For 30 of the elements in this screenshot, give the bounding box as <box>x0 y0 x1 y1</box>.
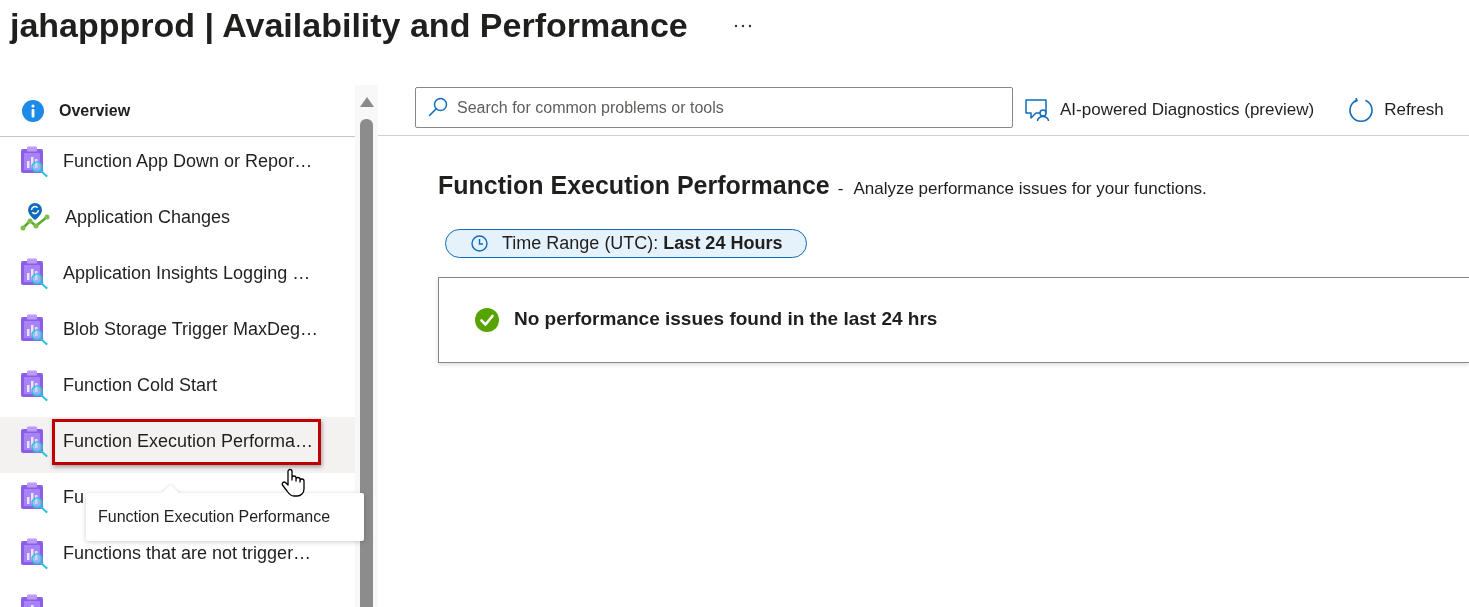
report-icon <box>20 145 48 177</box>
report-icon <box>20 425 48 457</box>
toolbar-button[interactable]: Refresh <box>1348 96 1444 123</box>
refresh-icon <box>1348 96 1375 123</box>
scrollbar-thumb[interactable] <box>360 119 373 607</box>
time-range-button[interactable]: Time Range (UTC): Last 24 Hours <box>445 228 808 258</box>
success-check-icon <box>475 307 499 332</box>
search-icon <box>428 97 448 117</box>
detector-description: Analyze performance issues for your functions. <box>853 178 1207 200</box>
tooltip: Function Execution Performance <box>86 493 364 541</box>
report-icon <box>20 537 48 569</box>
report-icon <box>20 481 48 513</box>
chart-pin-icon <box>20 202 50 232</box>
report-icon <box>20 257 48 289</box>
scroll-up-icon[interactable] <box>359 97 374 107</box>
search-field[interactable]: Search for common problems or tools <box>415 87 1013 128</box>
more-icon[interactable] <box>733 24 752 28</box>
page-title: jahappprod | Availability and Performance <box>10 5 688 46</box>
status-message: No performance issues found in the last 24 hrs <box>514 307 938 332</box>
report-icon <box>20 313 48 345</box>
clock-icon <box>471 234 488 252</box>
title-separator: - <box>837 178 844 200</box>
hand-cursor-icon <box>281 468 305 498</box>
sidebar-item[interactable]: Function Execution Performa… <box>0 417 355 473</box>
info-icon <box>22 99 44 122</box>
toolbar-button[interactable]: AI-powered Diagnostics (preview) <box>1024 96 1315 123</box>
report-icon <box>20 369 48 401</box>
scrollbar[interactable] <box>355 85 378 607</box>
chat-person-icon <box>1024 97 1050 122</box>
detector-title: Function Execution Performance <box>438 170 830 201</box>
